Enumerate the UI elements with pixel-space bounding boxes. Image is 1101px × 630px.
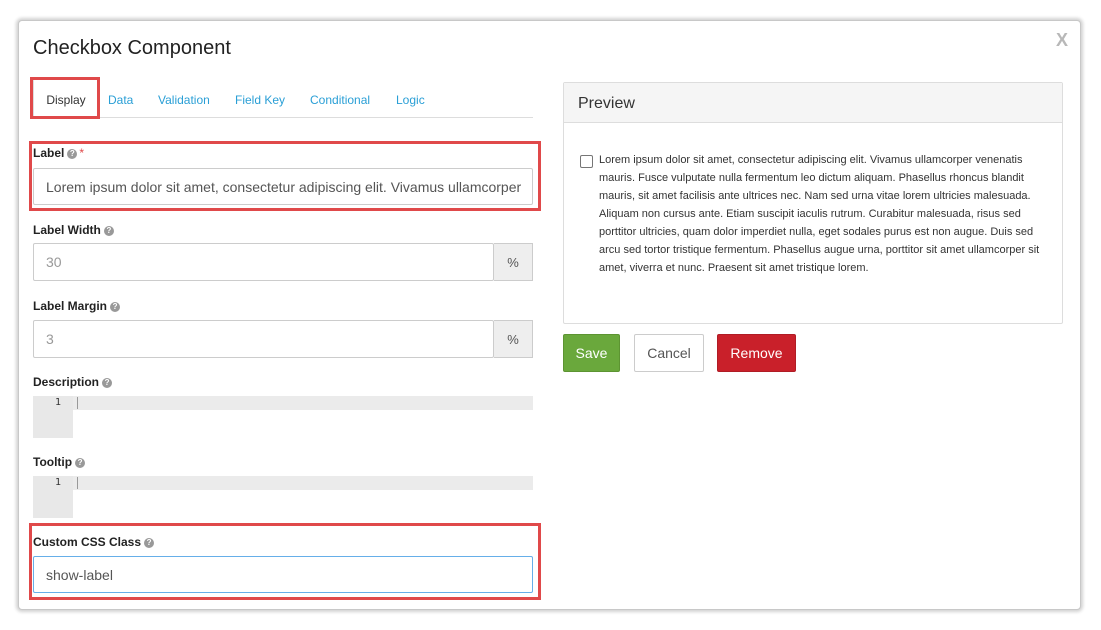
tooltip-editor[interactable]: 1 xyxy=(33,476,533,518)
modal-title: Checkbox Component xyxy=(33,37,231,59)
preview-title: Preview xyxy=(564,83,1062,123)
tooltip-label: Tooltip? xyxy=(33,455,86,469)
line-number: 1 xyxy=(54,477,61,488)
description-editor[interactable]: 1 xyxy=(33,396,533,438)
editor-line[interactable] xyxy=(73,476,533,490)
line-number: 1 xyxy=(54,397,61,408)
help-icon: ? xyxy=(102,377,113,388)
text-cursor xyxy=(77,477,78,489)
preview-checkbox[interactable] xyxy=(580,155,593,168)
highlight-label-field xyxy=(29,141,541,211)
help-icon: ? xyxy=(103,225,114,236)
label-margin-addon: % xyxy=(494,320,533,358)
remove-button[interactable]: Remove xyxy=(717,334,796,372)
highlight-tab-display xyxy=(30,77,100,119)
tab-logic[interactable]: Logic xyxy=(396,93,425,107)
tab-conditional[interactable]: Conditional xyxy=(310,93,370,107)
tab-validation[interactable]: Validation xyxy=(158,93,210,107)
cancel-button[interactable]: Cancel xyxy=(634,334,704,372)
text-cursor xyxy=(77,397,78,409)
preview-panel: Preview Lorem ipsum dolor sit amet, cons… xyxy=(563,82,1063,324)
help-icon: ? xyxy=(75,457,86,468)
label-width-addon: % xyxy=(494,243,533,281)
highlight-custom-css-field xyxy=(29,523,541,600)
label-margin-label: Label Margin? xyxy=(33,299,121,313)
description-label: Description? xyxy=(33,375,113,389)
editor-line[interactable] xyxy=(73,396,533,410)
save-button[interactable]: Save xyxy=(563,334,620,372)
tab-bar: Display Data Validation Field Key Condit… xyxy=(33,78,533,118)
preview-checkbox-label: Lorem ipsum dolor sit amet, consectetur … xyxy=(599,154,1040,274)
tab-field-key[interactable]: Field Key xyxy=(235,93,285,107)
help-icon: ? xyxy=(110,301,121,312)
label-width-label: Label Width? xyxy=(33,223,114,237)
tab-data[interactable]: Data xyxy=(108,93,133,107)
close-icon[interactable]: X xyxy=(1056,30,1068,51)
component-modal: Checkbox Component X Display Data Valida… xyxy=(18,20,1081,610)
label-margin-input[interactable]: 3 xyxy=(33,320,494,358)
label-width-input[interactable]: 30 xyxy=(33,243,494,281)
